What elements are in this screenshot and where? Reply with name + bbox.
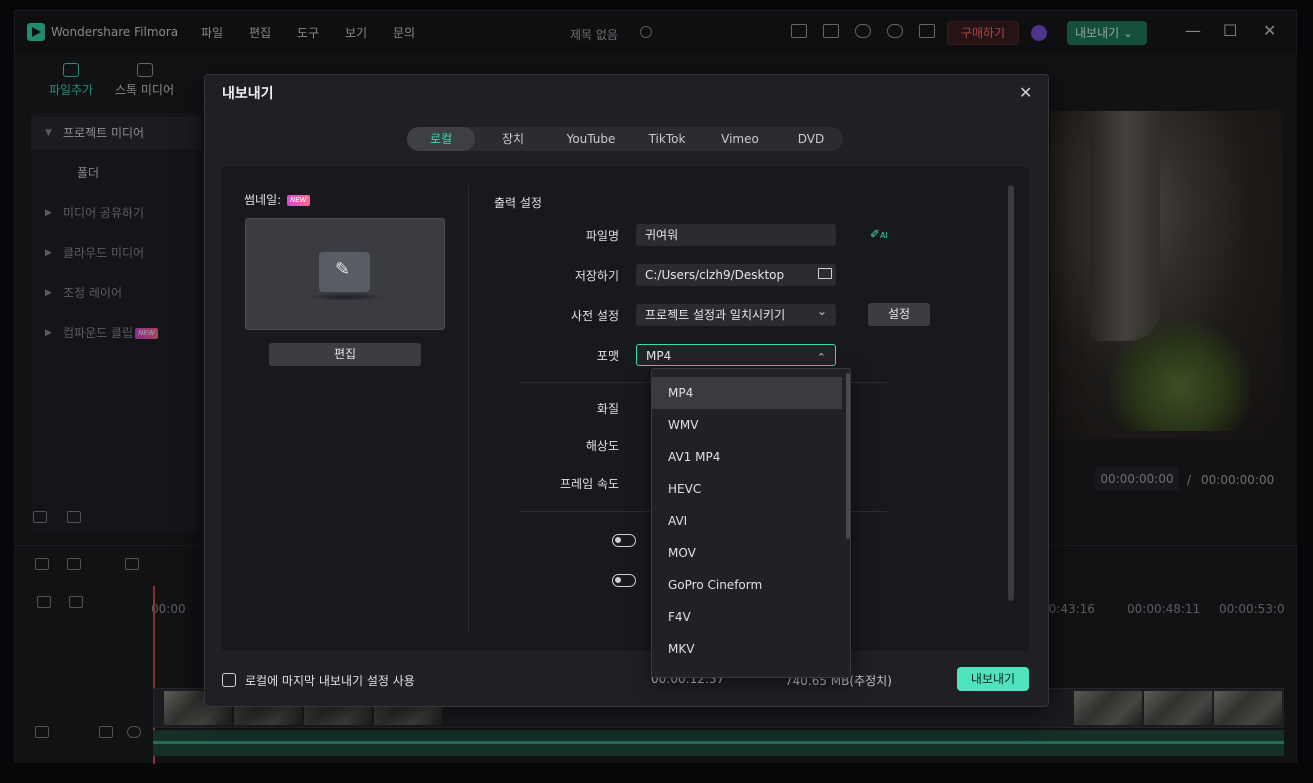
save-path-field[interactable]: C:/Users/clzh9/Desktop	[636, 264, 836, 286]
close-icon[interactable]: ✕	[1019, 83, 1032, 102]
format-option-gopro-cineform[interactable]: GoPro Cineform	[652, 569, 842, 601]
ai-rename-icon[interactable]: ✐AI	[870, 227, 888, 241]
preset-settings-button[interactable]: 설정	[868, 303, 930, 326]
thumbnail-shadow	[306, 293, 386, 301]
output-settings-title: 출력 설정	[494, 196, 542, 210]
thumbnail-preview[interactable]	[245, 218, 445, 330]
format-option-wmv[interactable]: WMV	[652, 409, 842, 441]
export-tabs: 로컬 장치 YouTube TikTok Vimeo DVD	[407, 127, 843, 151]
format-option-f4v[interactable]: F4V	[652, 601, 842, 633]
new-badge: NEW	[287, 195, 310, 206]
scrollbar[interactable]	[1008, 185, 1014, 601]
edit-thumbnail-button[interactable]: 편집	[269, 343, 421, 366]
format-option-mp4[interactable]: MP4	[652, 377, 842, 409]
edit-pen-icon	[319, 252, 370, 292]
dialog-title: 내보내기	[222, 86, 274, 102]
preset-select[interactable]: 프로젝트 설정과 일치시키기	[636, 300, 836, 326]
thumbnail-label: 썸네일: NEW	[244, 191, 310, 208]
format-option-mov[interactable]: MOV	[652, 537, 842, 569]
export-button[interactable]: 내보내기	[957, 667, 1029, 691]
toggle-switch[interactable]	[612, 534, 636, 547]
format-select[interactable]: MP4	[636, 344, 836, 369]
format-dropdown: MP4 WMV AV1 MP4 HEVC AVI MOV GoPro Cinef…	[651, 368, 851, 678]
tab-tiktok[interactable]: TikTok	[633, 127, 701, 151]
vertical-divider	[468, 185, 469, 633]
filename-input[interactable]: 귀여워	[636, 224, 836, 246]
format-option-mkv[interactable]: MKV	[652, 633, 842, 665]
use-last-settings-label: 로컬에 마지막 내보내기 설정 사용	[245, 674, 415, 688]
framerate-label: 프레임 속도	[559, 477, 619, 491]
preset-label: 사전 설정	[571, 309, 619, 323]
save-path-text: C:/Users/clzh9/Desktop	[645, 268, 785, 282]
toggle-switch[interactable]	[612, 574, 636, 587]
format-option-hevc[interactable]: HEVC	[652, 473, 842, 505]
ai-label: AI	[880, 231, 888, 240]
folder-icon[interactable]	[818, 268, 832, 279]
resolution-label: 해상도	[585, 439, 619, 453]
format-label: 포맷	[596, 349, 619, 363]
use-last-settings-checkbox[interactable]	[222, 673, 236, 687]
format-option-av1-mp4[interactable]: AV1 MP4	[652, 441, 842, 473]
export-dialog: 내보내기 ✕ 로컬 장치 YouTube TikTok Vimeo DVD 썸네…	[204, 74, 1049, 707]
thumbnail-label-text: 썸네일:	[244, 193, 282, 207]
tab-vimeo[interactable]: Vimeo	[707, 127, 773, 151]
tab-local[interactable]: 로컬	[407, 127, 475, 151]
save-location-label: 저장하기	[574, 269, 619, 283]
dropdown-scrollbar[interactable]	[846, 373, 850, 539]
tab-dvd[interactable]: DVD	[779, 127, 843, 151]
quality-label: 화질	[596, 402, 619, 416]
format-option-avi[interactable]: AVI	[652, 505, 842, 537]
tab-youtube[interactable]: YouTube	[555, 127, 627, 151]
filename-label: 파일명	[585, 229, 619, 243]
tab-device[interactable]: 장치	[479, 127, 547, 151]
